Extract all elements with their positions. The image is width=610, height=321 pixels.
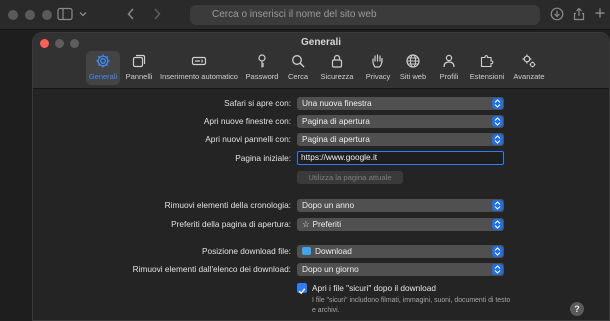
minimize-button[interactable] [25, 10, 35, 20]
tab-cerca-label: Cerca [287, 72, 308, 81]
tab-siti-web-label: Siti web [399, 72, 427, 81]
open-with-popup[interactable]: Una nuova finestra [297, 97, 504, 110]
star-icon: ☆ [302, 219, 310, 229]
zoom-button[interactable] [42, 10, 52, 20]
tab-cerca[interactable]: Cerca [283, 51, 313, 85]
favorites-popup[interactable]: ☆ Preferiti [297, 218, 504, 231]
tab-sicurezza-label: Sicurezza [320, 72, 354, 81]
tab-pannelli-label: Pannelli [125, 72, 153, 81]
chevron-updown-icon [492, 134, 503, 145]
gears-icon [522, 54, 536, 68]
download-location-value: Download [315, 246, 352, 256]
close-button[interactable] [8, 10, 18, 20]
tab-generali-label: Generali [88, 72, 118, 81]
address-bar[interactable]: Cerca o inserisci il nome del sito web [190, 5, 540, 25]
search-icon [292, 55, 305, 68]
new-tab-icon[interactable] [592, 7, 608, 23]
browser-toolbar: Cerca o inserisci il nome del sito web [0, 0, 610, 30]
open-safe-files-checkbox[interactable] [297, 283, 307, 295]
history-label: Rimuovi elementi della cronologia: [164, 200, 291, 210]
tab-privacy-label: Privacy [365, 72, 391, 81]
remove-downloads-label: Rimuovi elementi dall'elenco dei downloa… [132, 264, 291, 274]
use-current-page-button[interactable]: Utilizza la pagina attuale [297, 171, 403, 184]
hand-icon [372, 54, 383, 68]
remove-downloads-popup[interactable]: Dopo un giorno [297, 263, 504, 276]
download-location-label: Posizione download file: [201, 246, 291, 256]
gear-icon [96, 54, 110, 68]
autofill-icon [191, 56, 207, 66]
chevron-updown-icon [492, 246, 503, 257]
preferences-toolbar: Generali Generali Pannelli Inserimento a… [33, 33, 609, 89]
favorites-value: Preferiti [312, 219, 342, 229]
new-tabs-label: Apri nuovi pannelli con: [205, 134, 291, 144]
new-windows-label: Apri nuove finestre con: [203, 116, 291, 126]
tab-privacy[interactable]: Privacy [363, 51, 393, 85]
history-popup[interactable]: Dopo un anno [297, 199, 504, 212]
forward-icon[interactable] [149, 7, 165, 23]
globe-icon [406, 54, 420, 68]
homepage-label: Pagina iniziale: [235, 153, 291, 163]
chevron-updown-icon [492, 116, 503, 127]
back-icon[interactable] [123, 7, 139, 23]
open-with-label: Safari si apre con: [224, 98, 291, 108]
new-tabs-value: Pagina di apertura [302, 134, 370, 144]
key-icon [258, 54, 266, 68]
download-icon[interactable] [549, 7, 565, 23]
remove-downloads-value: Dopo un giorno [302, 264, 359, 274]
checkmark-icon [298, 288, 306, 295]
chevron-down-icon[interactable] [75, 7, 91, 23]
share-icon[interactable] [571, 7, 587, 23]
tab-avanzate-label: Avanzate [513, 72, 545, 81]
tab-generali[interactable]: Generali [86, 51, 120, 85]
history-value: Dopo un anno [302, 200, 355, 210]
preferences-window: Generali Generali Pannelli Inserimento a… [32, 32, 610, 321]
tab-password-label: Password [245, 72, 279, 81]
tab-estensioni-label: Estensioni [469, 72, 505, 81]
chevron-updown-icon [492, 219, 503, 230]
chevron-updown-icon [492, 200, 503, 211]
open-with-value: Una nuova finestra [302, 98, 372, 108]
new-windows-value: Pagina di apertura [302, 116, 370, 126]
tabs-icon [132, 54, 146, 68]
tab-sicurezza[interactable]: Sicurezza [317, 51, 357, 85]
new-tabs-popup[interactable]: Pagina di apertura [297, 133, 504, 146]
browser-window-controls [8, 10, 52, 20]
tab-estensioni[interactable]: Estensioni [467, 51, 507, 85]
tab-inserimento-automatico[interactable]: Inserimento automatico [157, 51, 241, 85]
chevron-updown-icon [492, 98, 503, 109]
window-title: Generali [300, 37, 342, 48]
new-windows-popup[interactable]: Pagina di apertura [297, 115, 504, 128]
puzzle-icon [480, 55, 494, 68]
homepage-field[interactable]: https://www.google.it [297, 151, 504, 165]
tab-password[interactable]: Password [243, 51, 281, 85]
help-button[interactable]: ? [570, 302, 584, 316]
tab-profili[interactable]: Profili [435, 51, 463, 85]
download-location-popup[interactable]: Download [297, 245, 504, 258]
tab-pannelli[interactable]: Pannelli [124, 51, 154, 85]
tab-profili-label: Profili [439, 72, 459, 81]
tab-siti-web[interactable]: Siti web [397, 51, 429, 85]
person-icon [443, 54, 455, 68]
lock-icon [331, 54, 343, 68]
tab-inserimento-label: Inserimento automatico [160, 72, 238, 81]
open-safe-files-label: Apri i file "sicuri" dopo il download [312, 283, 436, 293]
open-safe-files-note: I file "sicuri" includono filmati, immag… [312, 297, 511, 314]
chevron-updown-icon [492, 264, 503, 275]
tab-avanzate[interactable]: Avanzate [511, 51, 547, 85]
sidebar-icon[interactable] [57, 7, 73, 23]
folder-icon [302, 247, 311, 255]
favorites-label: Preferiti della pagina di apertura: [171, 219, 291, 229]
